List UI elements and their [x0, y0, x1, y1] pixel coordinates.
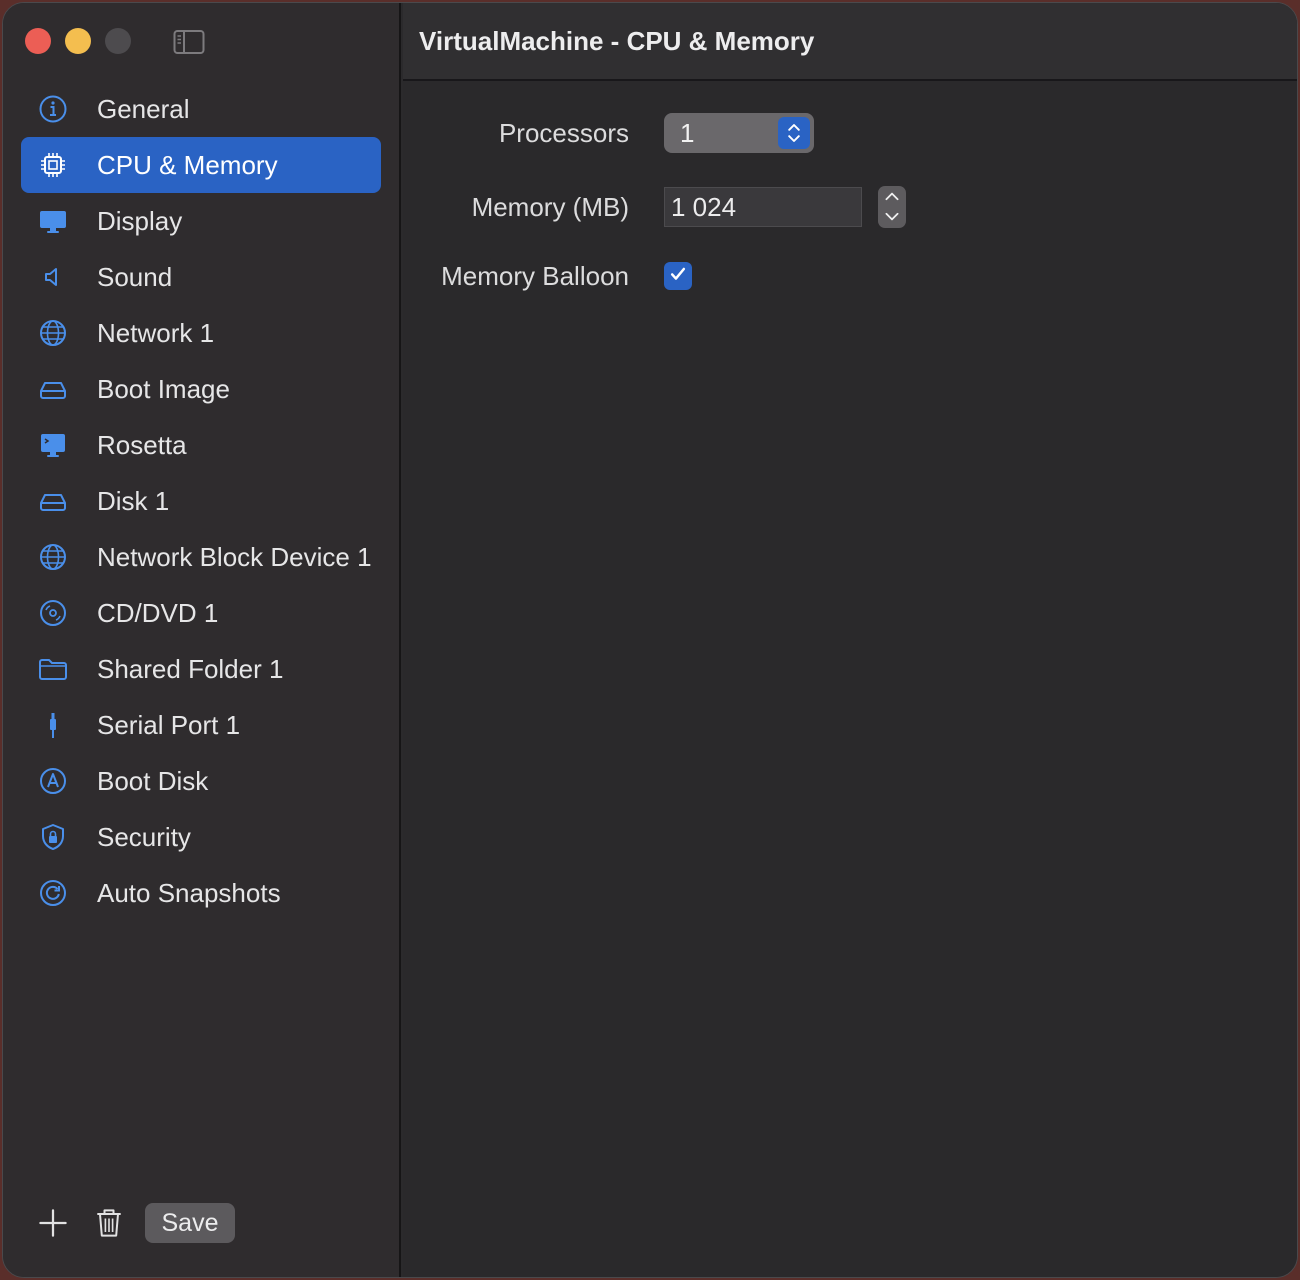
processors-row: Processors 1	[403, 113, 1297, 153]
processors-popup[interactable]: 1	[664, 113, 814, 153]
clock-arrow-icon	[37, 877, 69, 909]
sidebar-item-label: Auto Snapshots	[97, 877, 281, 908]
sidebar-item-cd-dvd-1[interactable]: CD/DVD 1	[21, 585, 381, 641]
window-title: VirtualMachine - CPU & Memory	[419, 25, 815, 56]
sidebar: General CPU & Memory Display Sound Netwo…	[3, 3, 401, 1277]
main-pane: VirtualMachine - CPU & Memory Processors…	[403, 3, 1297, 1277]
sidebar-item-boot-image[interactable]: Boot Image	[21, 361, 381, 417]
sidebar-item-label: Display	[97, 205, 183, 236]
sidebar-item-label: Network 1	[97, 317, 215, 348]
sidebar-item-label: Security	[97, 821, 191, 852]
sidebar-item-display[interactable]: Display	[21, 193, 381, 249]
sidebar-item-disk-1[interactable]: Disk 1	[21, 473, 381, 529]
sidebar-footer: Save	[33, 1203, 235, 1243]
sidebar-item-label: Network Block Device 1	[97, 541, 372, 572]
shield-lock-icon	[37, 821, 69, 853]
minimize-window-button[interactable]	[65, 28, 91, 54]
memory-value: 1 024	[671, 191, 737, 222]
sidebar-item-network-1[interactable]: Network 1	[21, 305, 381, 361]
globe-icon	[37, 317, 69, 349]
processors-value: 1	[680, 117, 695, 148]
sidebar-item-label: Serial Port 1	[97, 709, 241, 740]
sidebar-item-label: Sound	[97, 261, 173, 292]
sidebar-item-label: Disk 1	[97, 485, 170, 516]
memory-balloon-row: Memory Balloon	[403, 260, 1297, 291]
drive-icon	[37, 373, 69, 405]
memory-balloon-label: Memory Balloon	[441, 260, 629, 291]
sidebar-nav: General CPU & Memory Display Sound Netwo…	[21, 81, 381, 921]
chevron-up-icon[interactable]	[884, 188, 900, 206]
display-icon	[37, 205, 69, 237]
sidebar-item-serial-port-1[interactable]: Serial Port 1	[21, 697, 381, 753]
cable-connector-icon	[37, 709, 69, 741]
memory-balloon-checkbox[interactable]	[664, 262, 692, 290]
sidebar-item-label: CD/DVD 1	[97, 597, 219, 628]
sidebar-item-label: Boot Disk	[97, 765, 209, 796]
sidebar-item-sound[interactable]: Sound	[21, 249, 381, 305]
settings-window: General CPU & Memory Display Sound Netwo…	[2, 2, 1298, 1278]
up-down-chevron-icon	[778, 117, 810, 149]
memory-field[interactable]: 1 024	[664, 187, 862, 227]
sidebar-item-label: CPU & Memory	[97, 149, 278, 180]
window-controls	[25, 28, 131, 54]
drive-icon	[37, 485, 69, 517]
cpu-icon	[37, 149, 69, 181]
close-window-button[interactable]	[25, 28, 51, 54]
disc-icon	[37, 597, 69, 629]
sidebar-item-label: Shared Folder 1	[97, 653, 284, 684]
sidebar-item-network-block-device-1[interactable]: Network Block Device 1	[21, 529, 381, 585]
sidebar-item-auto-snapshots[interactable]: Auto Snapshots	[21, 865, 381, 921]
sidebar-item-label: General	[97, 93, 190, 124]
zoom-window-button[interactable]	[105, 28, 131, 54]
chevron-down-icon[interactable]	[884, 209, 900, 227]
sidebar-item-shared-folder-1[interactable]: Shared Folder 1	[21, 641, 381, 697]
sidebar-item-cpu-memory[interactable]: CPU & Memory	[21, 137, 381, 193]
globe-icon	[37, 541, 69, 573]
add-icon[interactable]	[33, 1203, 73, 1243]
memory-stepper[interactable]	[878, 186, 906, 228]
sidebar-item-boot-disk[interactable]: Boot Disk	[21, 753, 381, 809]
memory-label: Memory (MB)	[471, 191, 629, 222]
trash-icon[interactable]	[89, 1203, 129, 1243]
sidebar-toggle-icon[interactable]	[173, 29, 205, 55]
startup-disk-icon	[37, 765, 69, 797]
terminal-display-icon	[37, 429, 69, 461]
sidebar-item-label: Rosetta	[97, 429, 187, 460]
sidebar-item-general[interactable]: General	[21, 81, 381, 137]
speaker-icon	[37, 261, 69, 293]
checkmark-icon	[668, 264, 688, 289]
save-button[interactable]: Save	[145, 1203, 235, 1243]
titlebar: VirtualMachine - CPU & Memory	[403, 3, 1297, 81]
processors-label: Processors	[498, 117, 629, 148]
sidebar-item-label: Boot Image	[97, 373, 230, 404]
sidebar-item-rosetta[interactable]: Rosetta	[21, 417, 381, 473]
folder-icon	[37, 653, 69, 685]
sidebar-item-security[interactable]: Security	[21, 809, 381, 865]
memory-row: Memory (MB) 1 024	[403, 186, 1297, 228]
info-icon	[37, 93, 69, 125]
